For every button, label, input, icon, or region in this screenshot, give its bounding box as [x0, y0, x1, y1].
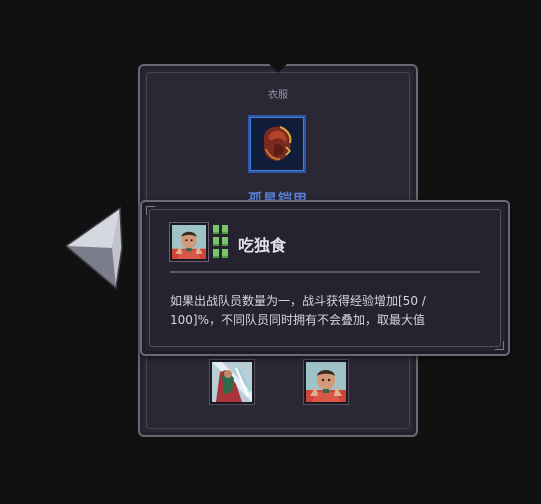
item-icon-slot[interactable] [248, 115, 306, 173]
trait-description: 如果出战队员数量为一，战斗获得经验增加[50 / 100]%，不同队员同时拥有不… [170, 294, 426, 327]
crew-portrait-icon [306, 362, 346, 402]
item-category-label: 衣服 [268, 90, 288, 101]
crew-slot-2[interactable] [304, 360, 348, 404]
crew-portrait-icon [172, 225, 206, 259]
trait-name: 吃独食 [238, 236, 287, 255]
crew-slot-1[interactable] [210, 360, 254, 404]
level-pip [222, 249, 228, 258]
trait-divider [170, 271, 480, 273]
armor-icon [264, 126, 292, 161]
arrow-left-icon [65, 206, 123, 290]
crew-portrait-icon [212, 362, 252, 402]
level-pip [222, 225, 228, 234]
level-pip [213, 225, 219, 234]
level-pip [213, 237, 219, 246]
previous-arrow-button[interactable] [64, 206, 124, 294]
trait-level-pips [213, 225, 229, 258]
level-pip [213, 249, 219, 258]
level-pip [222, 237, 228, 246]
trait-tooltip: 吃独食 如果出战队员数量为一，战斗获得经验增加[50 / 100]%，不同队员同… [140, 200, 510, 356]
trait-portrait [170, 223, 208, 261]
card-notch [269, 64, 287, 73]
